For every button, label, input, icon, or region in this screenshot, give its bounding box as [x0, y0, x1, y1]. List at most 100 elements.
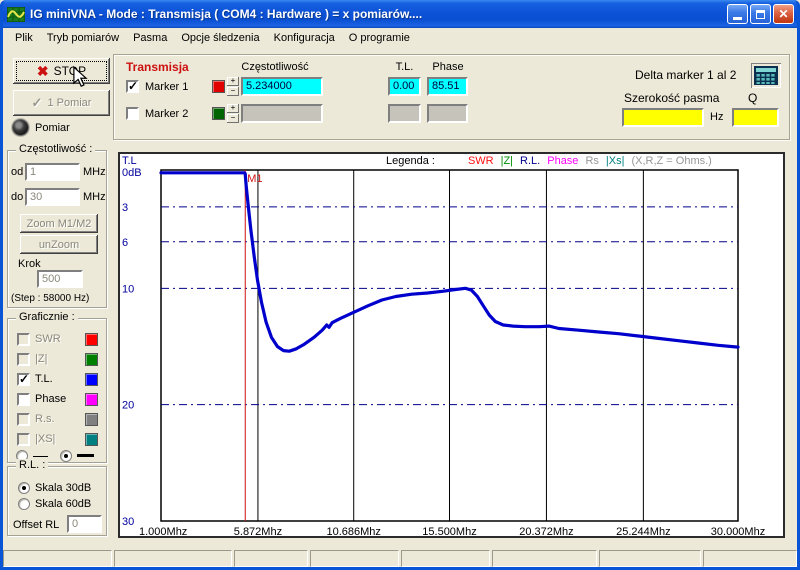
step-input[interactable]: 500 [37, 270, 83, 288]
rl-group: R.L. : Skala 30dB Skala 60dB Offset RL 0 [7, 466, 107, 536]
menu-o-programie[interactable]: O programie [342, 30, 417, 46]
marker2-spin-up[interactable]: + [227, 104, 239, 113]
marker1-spinner: + − [227, 77, 239, 96]
y-tick-label: 30 [122, 516, 134, 528]
window-title: IG miniVNA - Mode : Transmisja ( COM4 : … [30, 7, 422, 21]
status-panel [310, 550, 399, 567]
status-bar [3, 548, 797, 567]
single-measure-button[interactable]: ✓ 1 Pomiar [13, 90, 110, 116]
to-frequency-input[interactable]: 30 [25, 188, 80, 206]
menu-opcje-sledzenia[interactable]: Opcje śledzenia [174, 30, 266, 46]
app-icon [7, 7, 25, 22]
scale-30db-label: Skala 30dB [35, 482, 91, 494]
maximize-icon [756, 10, 765, 19]
x-tick-label: 1.000Mhz [139, 526, 187, 536]
frequency-column-header: Częstotliwość [234, 61, 316, 73]
y-tick-label: 0dB [122, 167, 142, 179]
q-label: Q [748, 91, 757, 105]
marker2-tl-field [388, 104, 421, 123]
tl-label: T.L. [35, 373, 53, 385]
phase-checkbox[interactable] [17, 393, 30, 406]
marker1-label: Marker 1 [145, 81, 188, 93]
calculator-icon [754, 66, 778, 85]
rs-label: R.s. [35, 413, 55, 425]
rl-group-title: R.L. : [16, 459, 48, 471]
delta-marker-label: Delta marker 1 al 2 [635, 68, 736, 82]
chart-panel: T.L Legenda : SWR |Z| R.L. Phase Rs |Xs|… [118, 152, 785, 538]
status-panel [492, 550, 597, 567]
xs-checkbox[interactable] [17, 433, 30, 446]
marker1-checkbox[interactable] [126, 80, 139, 93]
xs-color-swatch [85, 433, 98, 446]
marker2-phase-field [427, 104, 468, 123]
unzoom-button[interactable]: unZoom [20, 235, 98, 254]
graph-traces-group-title: Graficznie : [16, 311, 78, 323]
tl-color-swatch [85, 373, 98, 386]
maximize-button[interactable] [750, 4, 771, 24]
step-label: Krok [18, 258, 41, 270]
measure-led-label: Pomiar [35, 122, 70, 134]
z-color-swatch [85, 353, 98, 366]
swr-checkbox[interactable] [17, 333, 30, 346]
status-panel [234, 550, 308, 567]
swr-color-swatch [85, 333, 98, 346]
bandwidth-field [622, 108, 704, 127]
stop-button[interactable]: ✖ STOP [13, 58, 110, 84]
marker1-frequency-field[interactable]: 5.234000 [241, 77, 323, 96]
thick-line-radio[interactable] [60, 450, 72, 462]
menu-pasma[interactable]: Pasma [126, 30, 174, 46]
rs-color-swatch [85, 413, 98, 426]
marker2-checkbox[interactable] [126, 107, 139, 120]
status-panel [3, 550, 112, 567]
swr-label: SWR [35, 333, 61, 345]
title-bar[interactable]: IG miniVNA - Mode : Transmisja ( COM4 : … [0, 0, 800, 28]
x-tick-label: 5.872Mhz [234, 526, 282, 536]
mode-label: Transmisja [126, 60, 189, 74]
frequency-group: Częstotliwość : od 1 MHz do 30 MHz Zoom … [7, 150, 107, 308]
tl-checkbox[interactable] [17, 373, 30, 386]
xs-label: |XS| [35, 433, 55, 445]
graph-traces-group: Graficznie : SWR |Z| T.L. Phase R.s. |XS… [7, 318, 107, 463]
menu-tryb-pomiarow[interactable]: Tryb pomiarów [40, 30, 126, 46]
menu-konfiguracja[interactable]: Konfiguracja [267, 30, 342, 46]
y-tick-label: 20 [122, 400, 134, 412]
scale-60db-radio[interactable] [18, 498, 30, 510]
close-button[interactable]: ✕ [773, 4, 794, 24]
phase-column-header: Phase [428, 61, 468, 73]
close-icon: ✕ [778, 8, 788, 20]
phase-color-swatch [85, 393, 98, 406]
offset-rl-input[interactable]: 0 [67, 515, 102, 533]
status-panel [401, 550, 490, 567]
thin-line-sample-icon [33, 456, 48, 457]
y-tick-label: 6 [122, 237, 128, 249]
marker-panel: Transmisja Marker 1 Marker 2 Częstotliwo… [113, 54, 790, 140]
from-unit-label: MHz [83, 166, 106, 178]
delta-calc-button[interactable] [751, 63, 781, 88]
marker2-frequency-field[interactable] [241, 104, 323, 123]
marker-m1-label: M1 [247, 173, 262, 185]
marker1-spin-down[interactable]: − [227, 87, 239, 96]
marker1-color-swatch [212, 80, 225, 93]
marker2-color-swatch [212, 107, 225, 120]
status-panel [599, 550, 701, 567]
x-tick-label: 20.372Mhz [519, 526, 573, 536]
rs-checkbox[interactable] [17, 413, 30, 426]
y-tick-label: 3 [122, 202, 128, 214]
offset-rl-label: Offset RL [13, 519, 59, 531]
zoom-m1-m2-button[interactable]: Zoom M1/M2 [20, 214, 98, 233]
frequency-group-title: Częstotliwość : [16, 143, 95, 155]
from-frequency-input[interactable]: 1 [25, 163, 80, 181]
marker2-spin-down[interactable]: − [227, 114, 239, 123]
z-label: |Z| [35, 353, 47, 365]
menu-plik[interactable]: Plik [8, 30, 40, 46]
status-panel [703, 550, 797, 567]
marker1-spin-up[interactable]: + [227, 77, 239, 86]
scale-30db-radio[interactable] [18, 482, 30, 494]
stop-x-icon: ✖ [37, 63, 49, 80]
z-checkbox[interactable] [17, 353, 30, 366]
y-tick-label: 10 [122, 283, 134, 295]
from-label: od [11, 166, 23, 178]
minimize-button[interactable] [727, 4, 748, 24]
scale-60db-label: Skala 60dB [35, 498, 91, 510]
to-label: do [11, 191, 23, 203]
